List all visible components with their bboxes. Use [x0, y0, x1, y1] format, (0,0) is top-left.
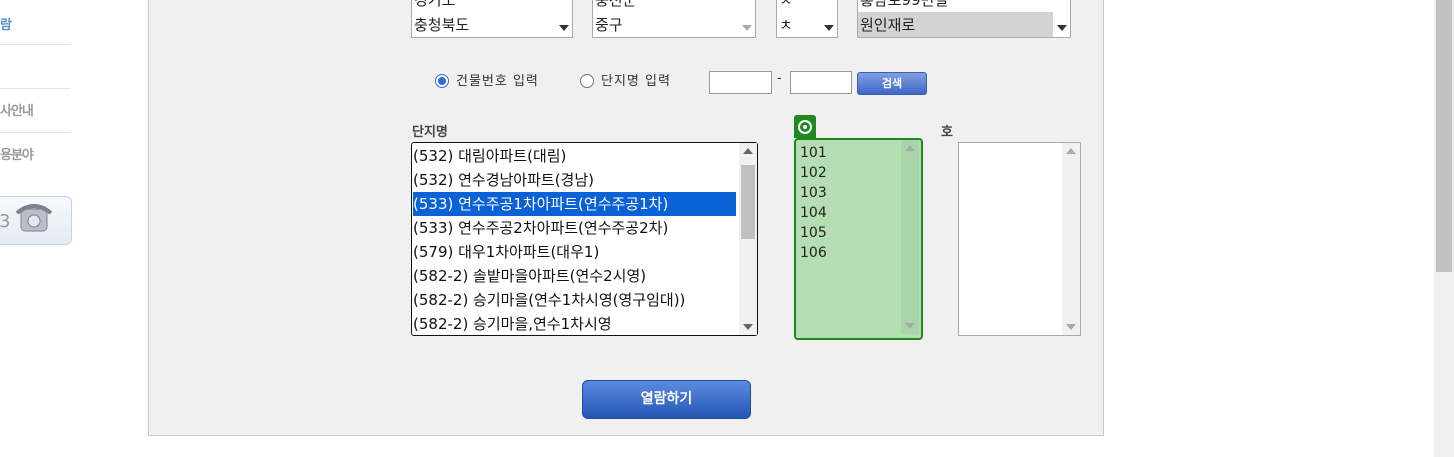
radio-building-label: 건물번호 입력 [456, 74, 539, 89]
view-button[interactable]: 열람하기 [582, 380, 751, 419]
dash-separator: - [777, 71, 783, 86]
initial-option-prev: ㅊ [779, 0, 793, 9]
sidebar-item-label: 사안내 [0, 104, 34, 119]
list-item[interactable]: 102 [800, 163, 827, 183]
road-select[interactable]: 홍남로99번길 원인재로 [857, 0, 1071, 38]
list-item[interactable]: 104 [800, 203, 827, 223]
radio-building-number[interactable] [435, 74, 449, 88]
list-item[interactable]: 106 [800, 243, 827, 263]
page-scroll-thumb[interactable] [1436, 0, 1452, 272]
svg-text:3: 3 [0, 211, 10, 232]
district-select[interactable]: 충천군 중구 [592, 0, 756, 38]
list-item[interactable]: 105 [800, 223, 827, 243]
province-select[interactable]: 경기도 충청북도 [411, 0, 573, 38]
radio-complex-name[interactable] [580, 74, 594, 88]
sidebar: 람 사안내 용분야 3 [0, 0, 72, 457]
dong-list-scrollbar[interactable] [901, 140, 919, 334]
chevron-down-icon[interactable] [555, 13, 572, 37]
list-item[interactable]: 101 [800, 143, 827, 163]
list-item[interactable]: (533) 연수주공2차아파트(연수주공2차) [413, 216, 738, 240]
sidebar-item-label: 용분야 [0, 148, 34, 163]
ho-list-label: 호 [941, 125, 953, 140]
building-number-main-input[interactable] [709, 71, 772, 94]
district-option-value: 중구 [595, 16, 623, 34]
complex-list-label: 단지명 [412, 125, 448, 140]
province-option-value: 충청북도 [414, 16, 470, 34]
target-icon [794, 115, 816, 138]
chevron-down-icon[interactable] [738, 13, 755, 37]
dong-listbox[interactable]: 101 102 103 104 105 106 [794, 138, 923, 340]
phone-banner[interactable]: 3 [0, 196, 72, 245]
scroll-thumb[interactable] [741, 165, 755, 239]
initial-option-value: ㅊ [779, 16, 793, 34]
list-item[interactable]: (579) 대우1차아파트(대우1) [413, 240, 738, 264]
scroll-down-icon[interactable] [901, 318, 919, 334]
list-item[interactable]: (582-2) 승기마을(연수1차시영(영구임대)) [413, 288, 738, 312]
scroll-down-icon[interactable] [739, 319, 757, 335]
scroll-down-icon[interactable] [1062, 319, 1080, 335]
search-button[interactable]: 검색 [857, 72, 927, 95]
road-option-prev: 홍남로99번길 [860, 0, 949, 9]
district-option-prev: 충천군 [595, 0, 637, 9]
scroll-up-icon[interactable] [901, 140, 919, 156]
sidebar-item-guide[interactable]: 사안내 [0, 100, 70, 133]
complex-list-items: (532) 대림아파트(대림) (532) 연수경남아파트(경남) (533) … [413, 144, 738, 334]
sidebar-item-field[interactable]: 용분야 [0, 144, 70, 174]
list-item-selected[interactable]: (533) 연수주공1차아파트(연수주공1차) [413, 192, 736, 216]
ho-list-scrollbar[interactable] [1062, 143, 1080, 335]
list-item[interactable]: (582-2) 승기마을,연수1차시영 [413, 312, 738, 334]
road-option-value: 원인재로 [860, 16, 916, 34]
phone-icon: 3 [0, 204, 53, 232]
list-item[interactable]: 103 [800, 183, 827, 203]
complex-listbox[interactable]: (532) 대림아파트(대림) (532) 연수경남아파트(경남) (533) … [411, 142, 758, 336]
building-number-sub-input[interactable] [790, 71, 852, 94]
initial-select[interactable]: ㅊ ㅊ [776, 0, 838, 38]
list-item[interactable]: (532) 연수경남아파트(경남) [413, 168, 738, 192]
sidebar-item-label: 람 [0, 18, 12, 33]
province-option-prev: 경기도 [414, 0, 456, 9]
chevron-down-icon[interactable] [1053, 13, 1070, 37]
list-item[interactable]: (582-2) 솔밭마을아파트(연수2시영) [413, 264, 738, 288]
list-item[interactable]: (532) 대림아파트(대림) [413, 144, 738, 168]
sidebar-item-blank[interactable] [0, 44, 70, 89]
sidebar-item-active[interactable]: 람 [0, 14, 70, 45]
ho-listbox[interactable] [958, 142, 1081, 336]
scroll-up-icon[interactable] [1062, 143, 1080, 159]
scroll-up-icon[interactable] [739, 143, 757, 159]
page-scrollbar[interactable] [1434, 0, 1454, 457]
complex-list-scrollbar[interactable] [739, 143, 757, 335]
radio-complex-label: 단지명 입력 [601, 74, 671, 89]
chevron-down-icon[interactable] [820, 13, 837, 37]
